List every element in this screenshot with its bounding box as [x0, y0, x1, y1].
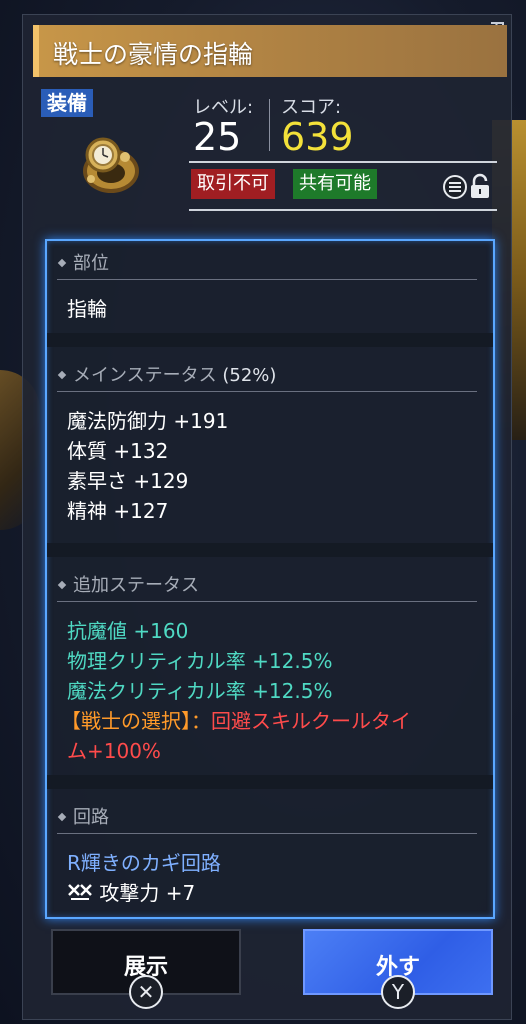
item-name: 戦士の豪情の指輪: [53, 40, 254, 69]
circuit-bonus: 攻撃力 +7: [99, 881, 196, 905]
lock-menu-icon[interactable]: [439, 173, 497, 201]
ring-icon: [83, 137, 139, 193]
item-detail-panel: 戦士の豪情の指輪 装備 レベル: 25 スコア: 639 取引不可 共有可能 部…: [22, 14, 512, 1020]
crossed-swords-icon: [68, 884, 92, 900]
circuit-heading: 回路: [57, 803, 477, 834]
special-effect-text: 回避スキルクールタイ: [211, 709, 411, 733]
bullet-icon: [57, 258, 67, 268]
circuit-name: R輝きのカギ回路: [67, 851, 221, 875]
score-value: 639: [281, 115, 354, 159]
extra-stat-line: 魔法クリティカル率 +12.5%: [67, 679, 333, 703]
cross-button-icon: ✕: [129, 975, 163, 1009]
stats-divider: [269, 99, 270, 151]
level-value: 25: [193, 115, 242, 159]
section-divider: [47, 543, 493, 557]
main-stats-heading: メインステータス (52%): [57, 361, 477, 392]
circuit-bonus-line: 攻撃力 +7: [67, 877, 195, 906]
extra-stats-heading: 追加ステータス: [57, 571, 477, 602]
extra-stat-line: 抗魔値 +160: [67, 619, 189, 643]
slot-heading: 部位: [57, 249, 477, 280]
show-button[interactable]: 展示 ✕: [51, 929, 241, 1009]
extra-stats-heading-text: 追加ステータス: [73, 575, 199, 596]
category-badge: 装備: [41, 89, 93, 117]
item-details-frame[interactable]: 部位 指輪 メインステータス (52%) 魔法防御力 +191 体質 +132 …: [45, 239, 495, 919]
main-stats-heading-text: メインステータス: [73, 365, 217, 386]
circuit-heading-text: 回路: [73, 807, 109, 828]
stats-bottom-line: [189, 209, 497, 211]
special-effect-text-cont: ム+100%: [67, 739, 161, 763]
main-stat-line: 精神 +127: [67, 499, 169, 523]
main-stat-line: 魔法防御力 +191: [67, 409, 229, 433]
shareable-badge: 共有可能: [293, 169, 377, 199]
bullet-icon: [57, 812, 67, 822]
item-title-bar: 戦士の豪情の指輪: [33, 25, 507, 77]
y-button-icon: Y: [381, 975, 415, 1009]
extra-stat-line: 物理クリティカル率 +12.5%: [67, 649, 333, 673]
slot-value: 指輪: [67, 297, 107, 321]
slot-heading-text: 部位: [73, 253, 109, 274]
bullet-icon: [57, 370, 67, 380]
level-score-box: レベル: 25 スコア: 639 取引不可 共有可能: [189, 91, 497, 221]
bullet-icon: [57, 580, 67, 590]
special-effect-label: 【戦士の選択】：: [61, 709, 211, 733]
remove-button[interactable]: 外す Y: [303, 929, 493, 1009]
special-effect-line: 【戦士の選択】：回避スキルクールタイ: [61, 705, 411, 734]
section-divider: [47, 775, 493, 789]
section-divider: [47, 333, 493, 347]
stats-separator: [189, 161, 497, 163]
untradeable-badge: 取引不可: [191, 169, 275, 199]
main-stat-line: 体質 +132: [67, 439, 169, 463]
main-stat-line: 素早さ +129: [67, 469, 189, 493]
main-stats-percent: (52%): [222, 365, 277, 386]
